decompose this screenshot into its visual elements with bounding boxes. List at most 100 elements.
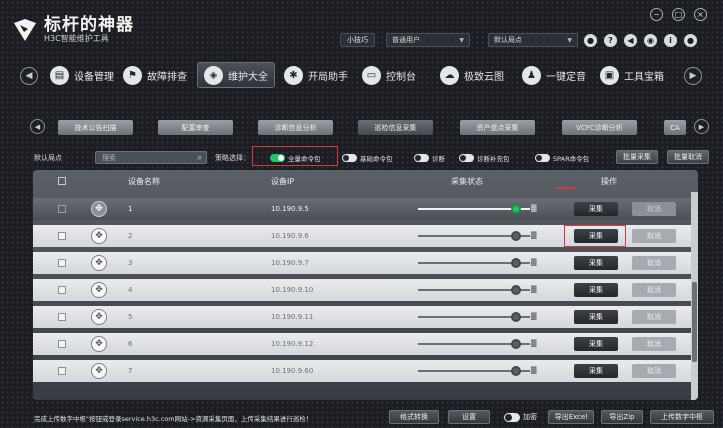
table-row[interactable]: ✥ 5 10.190.9.11 ≣ 采集 取消 — [33, 306, 691, 328]
table-scrollbar[interactable] — [691, 192, 698, 400]
nav-item-cloud-map[interactable]: ☁ 极致云图 — [440, 62, 504, 88]
collect-button[interactable]: 采集 — [574, 256, 618, 270]
info-icon[interactable]: i — [664, 34, 677, 47]
toggle-spar-command-pack[interactable]: SPAR命令包 — [535, 153, 590, 163]
collect-button[interactable]: 采集 — [574, 337, 618, 351]
collect-button[interactable]: 采集 — [574, 202, 618, 216]
minimize-icon[interactable]: − — [650, 8, 663, 21]
back-icon[interactable]: ◀ — [624, 34, 637, 47]
table-row[interactable]: ✥ 4 10.190.9.10 ≣ 采集 取消 — [33, 279, 691, 301]
batch-collect-button[interactable]: 批量采集 — [616, 150, 658, 164]
switch-device-icon: ✥ — [91, 255, 107, 271]
cancel-button[interactable]: 取消 — [632, 337, 676, 351]
encrypt-toggle[interactable]: 加密 — [504, 412, 537, 422]
batch-cancel-button[interactable]: 批量取消 — [667, 150, 709, 164]
site-value: 默认局点 — [494, 36, 522, 44]
nav-item-device-management[interactable]: ▤ 设备管理 — [50, 62, 114, 88]
device-ip: 10.190.9.12 — [271, 340, 314, 348]
collect-button[interactable]: 采集 — [574, 310, 618, 324]
format-convert-button[interactable]: 格式转换 — [389, 410, 439, 424]
toggle-switch-off[interactable] — [504, 412, 520, 422]
logo-mark-icon — [14, 19, 36, 41]
settings-icon[interactable]: ◉ — [644, 34, 657, 47]
nav-item-toolbox[interactable]: ▣ 工具宝箱 — [600, 62, 664, 88]
row-checkbox[interactable] — [58, 313, 66, 321]
nav-item-maintenance[interactable]: ◈ 维护大全 — [197, 62, 275, 88]
log-list-icon[interactable]: ≣ — [530, 231, 538, 241]
log-list-icon[interactable]: ≣ — [530, 204, 538, 214]
toggle-switch-off[interactable] — [459, 153, 474, 162]
nav-item-troubleshoot[interactable]: ⚑ 故障排查 — [123, 62, 187, 88]
nav-prev-button[interactable]: ◀ — [20, 67, 38, 85]
export-zip-button[interactable]: 导出Zip — [601, 410, 643, 424]
log-list-icon[interactable]: ≣ — [530, 312, 538, 322]
subtab-diagnosis-analysis[interactable]: 诊断信息分析 — [258, 120, 333, 135]
subtab-tech-bulletin[interactable]: 技术公告扫描 — [58, 120, 133, 135]
table-row[interactable]: ✥ 6 10.190.9.12 ≣ 采集 取消 — [33, 333, 691, 355]
toggle-switch-on[interactable] — [270, 153, 285, 162]
toggle-switch-off[interactable] — [535, 153, 550, 162]
nav-item-console[interactable]: ▭ 控制台 — [362, 62, 416, 88]
toggle-switch-off[interactable] — [342, 153, 357, 162]
subtab-prev-button[interactable]: ◀ — [30, 119, 45, 134]
subtab-config-review[interactable]: 配置审查 — [158, 120, 233, 135]
pin-icon[interactable]: ● — [684, 34, 697, 47]
nav-item-one-click[interactable]: ♟ 一键定音 — [522, 62, 586, 88]
site-select[interactable]: 默认局点 ▼ — [488, 33, 578, 47]
log-list-icon[interactable]: ≣ — [530, 366, 538, 376]
toggle-basic-command-pack[interactable]: 基础命令包 — [342, 153, 393, 163]
log-list-icon[interactable]: ≣ — [530, 285, 538, 295]
settings-button[interactable]: 设置 — [448, 410, 490, 424]
user-role-value: 普通用户 — [392, 36, 420, 44]
device-ip: 10.190.9.6 — [271, 232, 309, 240]
cancel-button[interactable]: 取消 — [632, 202, 676, 216]
subtab-inspection-collection[interactable]: 巡检信息采集 — [358, 120, 433, 135]
cancel-button[interactable]: 取消 — [632, 229, 676, 243]
nav-item-setup-assistant[interactable]: ✱ 开局助手 — [284, 62, 348, 88]
subtab-vcfc-analysis[interactable]: VCFC诊断分析 — [562, 120, 637, 135]
search-icon[interactable]: ⌕ — [198, 153, 202, 163]
cancel-button[interactable]: 取消 — [632, 283, 676, 297]
subtab-asset-inventory[interactable]: 资产盘点采集 — [460, 120, 535, 135]
toggle-diagnosis-supplement[interactable]: 诊断补充包 — [459, 153, 510, 163]
row-checkbox[interactable] — [58, 232, 66, 240]
row-checkbox[interactable] — [58, 259, 66, 267]
nav-label: 控制台 — [386, 71, 416, 83]
upload-hub-button[interactable]: 上传数字中枢 — [650, 410, 714, 424]
subtab-ca[interactable]: CA — [664, 120, 686, 135]
close-icon[interactable]: × — [694, 8, 707, 21]
toggle-label: 诊断 — [432, 154, 445, 163]
row-checkbox[interactable] — [58, 340, 66, 348]
table-row[interactable]: ✥ 3 10.190.9.7 ≣ 采集 取消 — [33, 252, 691, 274]
help-icon[interactable]: ? — [604, 34, 617, 47]
collect-button[interactable]: 采集 — [574, 283, 618, 297]
log-list-icon[interactable]: ≣ — [530, 339, 538, 349]
footer-hint: 完成上传数字中枢"按钮或登录service.h3c.com网站->资源采集页面，… — [34, 415, 313, 423]
tips-button[interactable]: 小技巧 — [340, 33, 375, 47]
scroll-thumb[interactable] — [692, 282, 697, 362]
toggle-switch-off[interactable] — [414, 153, 429, 162]
log-list-icon[interactable]: ≣ — [530, 258, 538, 268]
maximize-icon[interactable]: □ — [672, 8, 685, 21]
row-checkbox[interactable] — [58, 205, 66, 213]
collect-button[interactable]: 采集 — [574, 364, 618, 378]
table-row[interactable]: ✥ 1 10.190.9.5 ≣ 采集 取消 — [33, 198, 691, 220]
toggle-label: 诊断补充包 — [477, 154, 510, 163]
row-checkbox[interactable] — [58, 286, 66, 294]
toggle-full-command-pack[interactable]: 全量命令包 — [270, 153, 321, 163]
export-excel-button[interactable]: 导出Excel — [548, 410, 594, 424]
cancel-button[interactable]: 取消 — [632, 364, 676, 378]
cancel-button[interactable]: 取消 — [632, 256, 676, 270]
cancel-button[interactable]: 取消 — [632, 310, 676, 324]
subtab-next-button[interactable]: ▶ — [694, 119, 709, 134]
status-indicator-icon — [511, 339, 521, 349]
toggle-diagnosis[interactable]: 诊断 — [414, 153, 445, 163]
user-role-select[interactable]: 普通用户 ▼ — [386, 33, 470, 47]
table-row[interactable]: ✥ 7 10.190.9.60 ≣ 采集 取消 — [33, 360, 691, 382]
toggle-label: SPAR命令包 — [553, 154, 590, 163]
select-all-checkbox[interactable] — [58, 177, 66, 185]
search-input[interactable]: 搜索 ⌕ — [95, 151, 207, 164]
nav-next-button[interactable]: ▶ — [684, 67, 702, 85]
row-checkbox[interactable] — [58, 367, 66, 375]
person-icon[interactable]: ● — [584, 34, 597, 47]
